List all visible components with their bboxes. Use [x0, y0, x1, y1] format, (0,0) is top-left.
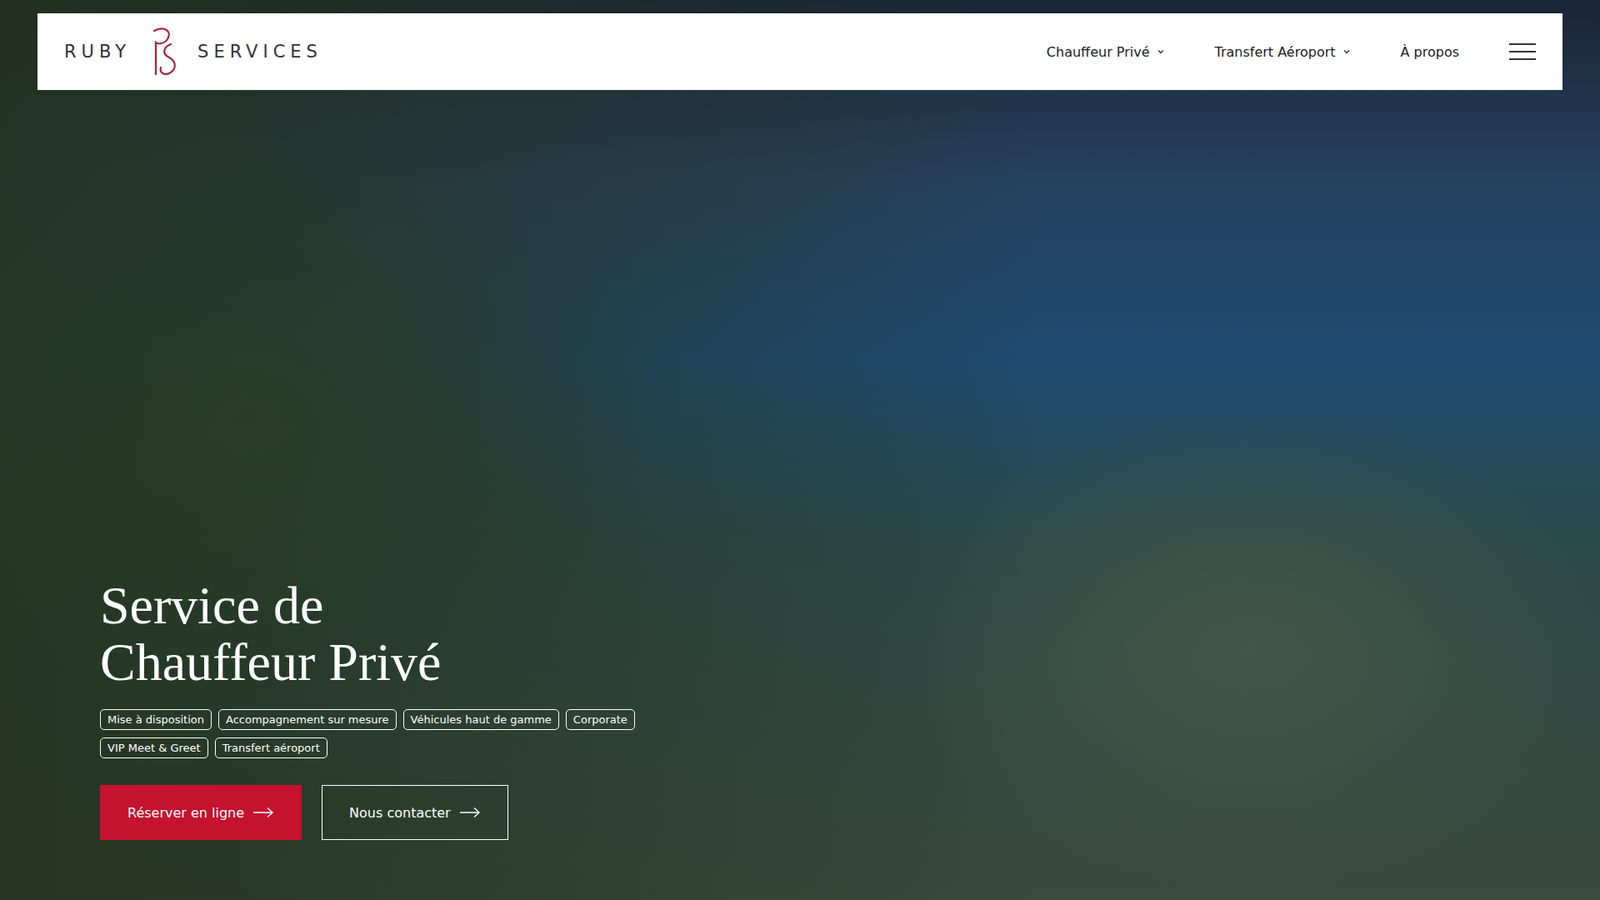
tag: Mise à disposition — [100, 709, 212, 730]
cta-button[interactable]: Nous contacter — [321, 785, 509, 840]
tag: Véhicules haut de gamme — [403, 709, 560, 730]
hamburger-menu-icon[interactable] — [1509, 42, 1536, 61]
button-row: Réserver en ligne Nous contacter — [100, 785, 1600, 840]
nav: Chauffeur Privé Transfert Aéroport À propo… — [1046, 42, 1536, 61]
logo[interactable]: RUBY SERVICES — [64, 25, 323, 78]
tag: Transfert aéroport — [215, 737, 328, 759]
chevron-down-icon — [1342, 47, 1351, 56]
logo-left: RUBY — [64, 41, 131, 62]
tag-list: Mise à disposition Accompagnement sur mes… — [100, 709, 1600, 759]
hero: Service deChauffeur Privé Mise à disposit… — [0, 90, 1600, 900]
logo-monogram-icon — [145, 25, 183, 78]
page: RUBY SERVICES Chauffeur Privé Transfert Aér… — [0, 0, 1600, 900]
header: RUBY SERVICES Chauffeur Privé Transfert Aér… — [37, 13, 1563, 90]
nav-item[interactable]: Chauffeur Privé — [1046, 44, 1165, 60]
cta-button[interactable]: Réserver en ligne — [100, 785, 302, 840]
arrow-right-icon — [459, 806, 481, 819]
tag: VIP Meet & Greet — [100, 737, 209, 759]
tag: Accompagnement sur mesure — [218, 709, 397, 730]
nav-item[interactable]: Transfert Aéroport — [1215, 44, 1351, 60]
hero-photo — [0, 0, 1600, 900]
tag-row: Mise à disposition Accompagnement sur mes… — [100, 709, 1600, 730]
hero-title: Service deChauffeur Privé — [100, 577, 1600, 691]
tag: Corporate — [565, 709, 635, 730]
tag-row: VIP Meet & Greet Transfert aéroport — [100, 737, 1600, 759]
arrow-right-icon — [252, 806, 275, 819]
nav-item[interactable]: À propos — [1400, 44, 1460, 60]
logo-right: SERVICES — [197, 41, 323, 62]
chevron-down-icon — [1156, 47, 1165, 56]
